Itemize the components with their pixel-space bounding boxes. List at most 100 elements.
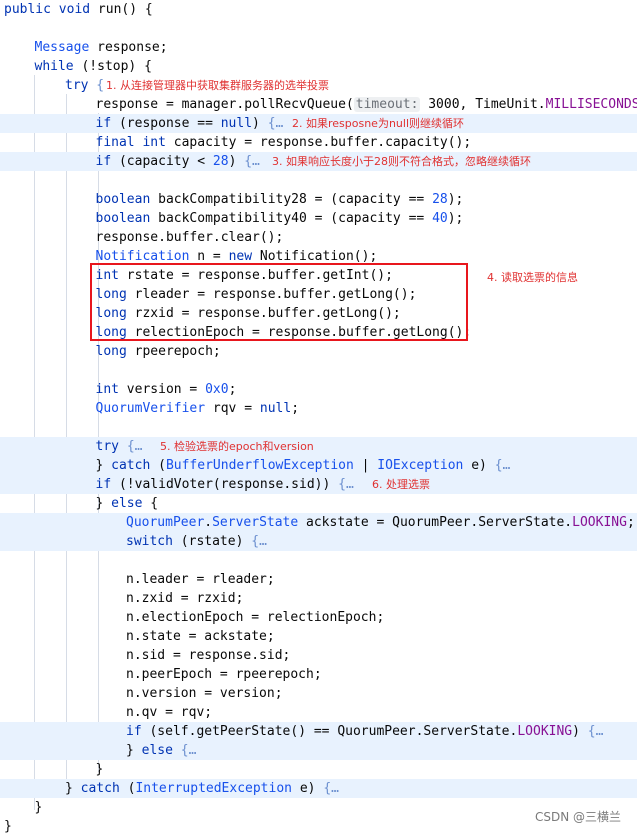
code-line[interactable]: boolean backCompatibility28 = (capacity …	[0, 190, 637, 209]
code-line[interactable]: n.version = version;	[0, 684, 637, 703]
code-token: public	[4, 2, 51, 17]
code-token: response;	[89, 40, 167, 55]
fold-marker[interactable]: {…	[181, 743, 197, 758]
code-token: (rstate)	[173, 534, 251, 549]
code-line[interactable]: } else {…	[0, 741, 637, 760]
code-text: }	[96, 760, 104, 779]
fold-marker[interactable]: {…	[495, 458, 511, 473]
code-text: if (response == null) {…	[96, 114, 284, 133]
code-token: backCompatibility40 = (capacity ==	[150, 211, 432, 226]
code-line[interactable]	[0, 361, 637, 380]
code-line[interactable]: while (!stop) {	[0, 57, 637, 76]
code-token: n =	[189, 249, 228, 264]
code-token: }	[96, 762, 104, 777]
code-text: long rpeerepoch;	[96, 342, 221, 361]
code-line[interactable]: Message response;	[0, 38, 637, 57]
fold-marker[interactable]: {…	[251, 534, 267, 549]
code-line[interactable]: try {…5. 检验选票的epoch和version	[0, 437, 637, 456]
code-line[interactable]: n.peerEpoch = rpeerepoch;	[0, 665, 637, 684]
code-line[interactable]: } else {	[0, 494, 637, 513]
code-line[interactable]: n.state = ackstate;	[0, 627, 637, 646]
fold-marker[interactable]: {…	[268, 116, 284, 131]
code-token: boolean	[96, 192, 151, 207]
code-line[interactable]: n.leader = rleader;	[0, 570, 637, 589]
code-token: .	[204, 515, 212, 530]
code-token: {	[142, 496, 158, 511]
code-token: }	[35, 800, 43, 815]
code-editor[interactable]: public void run() {Message response;whil…	[0, 0, 637, 835]
code-line[interactable]: response.buffer.clear();	[0, 228, 637, 247]
code-token: |	[354, 458, 377, 473]
code-text: public void run() {	[4, 0, 153, 19]
code-line[interactable]: n.sid = response.sid;	[0, 646, 637, 665]
code-token: )	[572, 724, 588, 739]
code-text: boolean backCompatibility40 = (capacity …	[96, 209, 464, 228]
code-text: n.state = ackstate;	[126, 627, 275, 646]
fold-marker[interactable]: {…	[323, 781, 339, 796]
code-token: (response ==	[111, 116, 221, 131]
code-token: ackstate = QuorumPeer.ServerState.	[298, 515, 572, 530]
code-line[interactable]: long rpeerepoch;	[0, 342, 637, 361]
code-line[interactable]: if (self.getPeerState() == QuorumPeer.Se…	[0, 722, 637, 741]
fold-marker[interactable]: {	[88, 78, 104, 93]
code-line[interactable]: final int capacity = response.buffer.cap…	[0, 133, 637, 152]
code-line[interactable]: public void run() {	[0, 0, 637, 19]
code-line[interactable]	[0, 171, 637, 190]
code-line[interactable]: boolean backCompatibility40 = (capacity …	[0, 209, 637, 228]
code-line[interactable]: } catch (BufferUnderflowException | IOEx…	[0, 456, 637, 475]
code-line[interactable]	[0, 19, 637, 38]
code-line[interactable]: n.qv = rqv;	[0, 703, 637, 722]
code-token: n.sid = response.sid;	[126, 648, 290, 663]
code-text: if (!validVoter(response.sid)) {…	[96, 475, 354, 494]
code-text: n.zxid = rzxid;	[126, 589, 243, 608]
fold-marker[interactable]: {…	[127, 439, 143, 454]
code-text: n.electionEpoch = relectionEpoch;	[126, 608, 384, 627]
code-text: n.peerEpoch = rpeerepoch;	[126, 665, 322, 684]
fold-marker[interactable]: {…	[588, 724, 604, 739]
code-line[interactable]	[0, 551, 637, 570]
code-text: try {…	[96, 437, 143, 456]
code-line[interactable]: int version = 0x0;	[0, 380, 637, 399]
code-line[interactable]: } catch (InterruptedException e) {…	[0, 779, 637, 798]
code-line[interactable]: QuorumPeer.ServerState ackstate = Quorum…	[0, 513, 637, 532]
code-token: }	[96, 458, 112, 473]
code-line[interactable]: QuorumVerifier rqv = null;	[0, 399, 637, 418]
code-line[interactable]: if (response == null) {…2. 如果resposne为nu…	[0, 114, 637, 133]
code-token	[173, 743, 181, 758]
code-token: final	[96, 135, 135, 150]
code-text: int version = 0x0;	[96, 380, 237, 399]
code-token: n.zxid = rzxid;	[126, 591, 243, 606]
code-line[interactable]: if (capacity < 28) {…3. 如果响应长度小于28则不符合格式…	[0, 152, 637, 171]
code-text: if (capacity < 28) {…	[96, 152, 260, 171]
code-text: response.buffer.clear();	[96, 228, 284, 247]
code-line[interactable]	[0, 418, 637, 437]
code-token: }	[65, 781, 81, 796]
code-token: 28	[213, 154, 229, 169]
code-line[interactable]: n.electionEpoch = relectionEpoch;	[0, 608, 637, 627]
code-token: ;	[229, 382, 237, 397]
code-token: QuorumVerifier	[96, 401, 206, 416]
highlight-box	[90, 263, 468, 341]
code-line[interactable]: if (!validVoter(response.sid)) {…6. 处理选票	[0, 475, 637, 494]
code-token: (capacity <	[111, 154, 213, 169]
fold-marker[interactable]: {…	[338, 477, 354, 492]
code-token: n.qv = rqv;	[126, 705, 212, 720]
fold-marker[interactable]: {…	[244, 154, 260, 169]
code-line[interactable]: switch (rstate) {…	[0, 532, 637, 551]
code-line[interactable]: n.zxid = rzxid;	[0, 589, 637, 608]
code-line[interactable]: try {1. 从连接管理器中获取集群服务器的选举投票	[0, 76, 637, 95]
code-token: response.buffer.clear();	[96, 230, 284, 245]
code-token: );	[448, 192, 464, 207]
code-token: BufferUnderflowException	[166, 458, 354, 473]
code-text: while (!stop) {	[35, 57, 152, 76]
code-token: try	[65, 78, 88, 93]
code-token: e)	[292, 781, 323, 796]
code-token	[119, 439, 127, 454]
code-line[interactable]: }	[0, 760, 637, 779]
code-token: n.version = version;	[126, 686, 283, 701]
code-token: int	[96, 382, 119, 397]
code-line[interactable]: response = manager.pollRecvQueue(timeout…	[0, 95, 637, 114]
code-token: Message	[35, 40, 90, 55]
code-text: QuorumPeer.ServerState ackstate = Quorum…	[126, 513, 635, 532]
code-token: catch	[81, 781, 120, 796]
